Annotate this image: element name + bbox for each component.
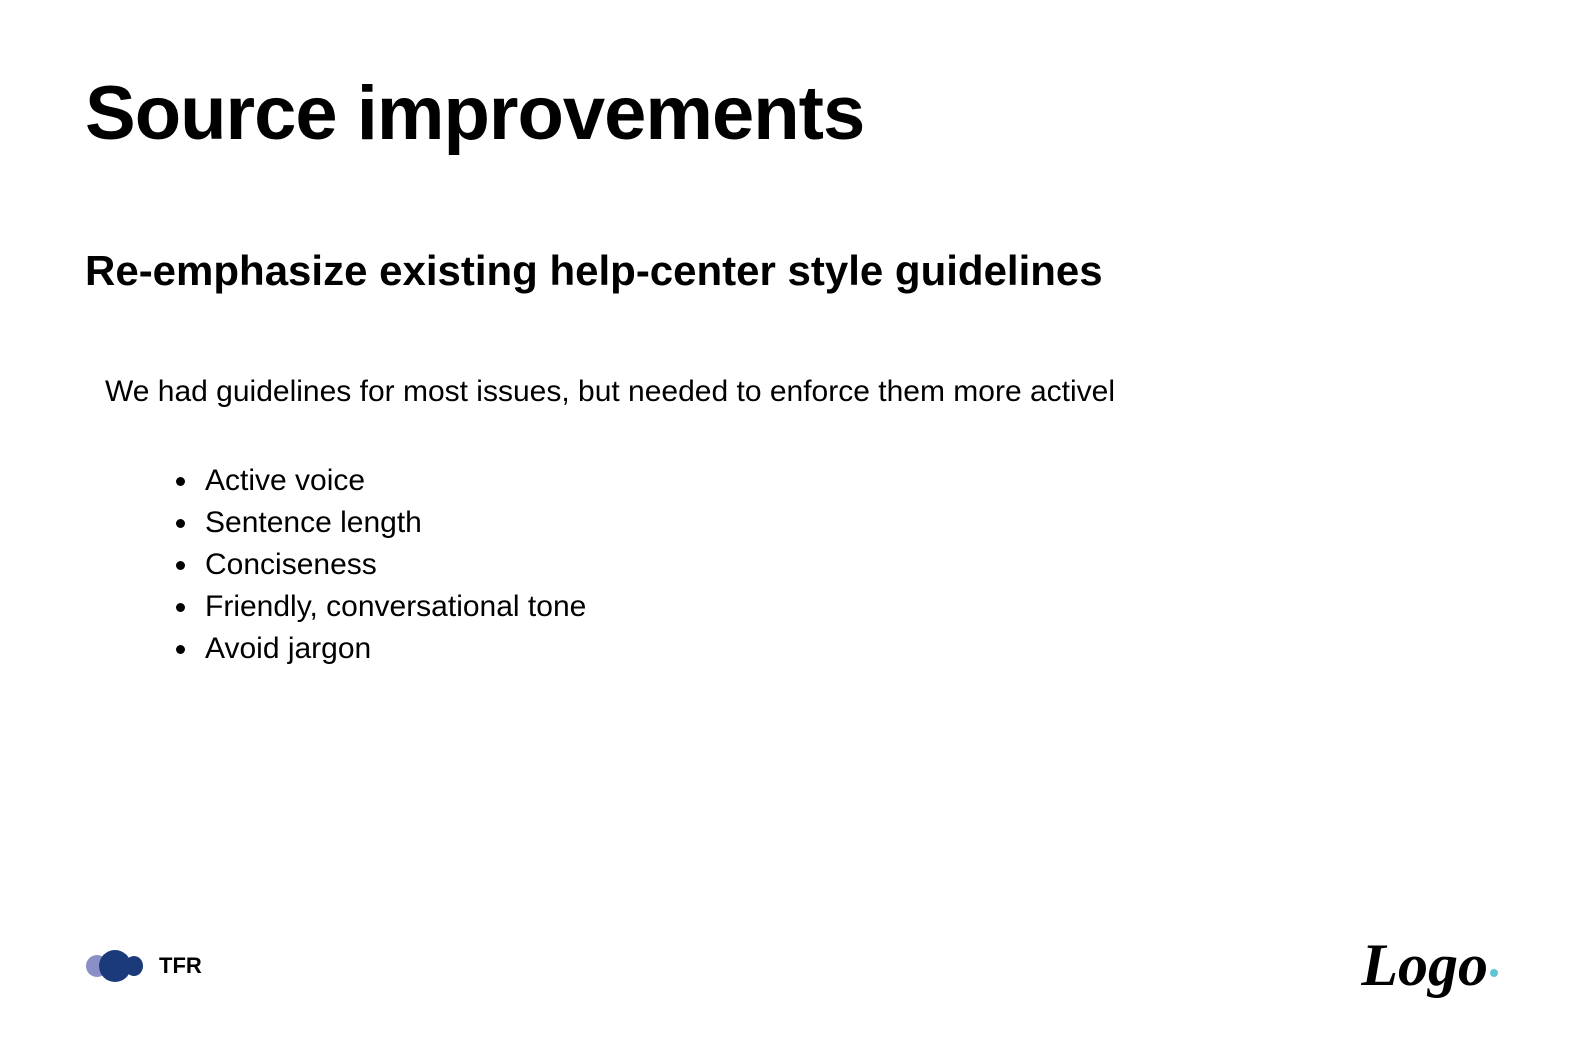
list-item: Friendly, conversational tone	[200, 590, 1498, 624]
slide-title: Source improvements	[85, 70, 1498, 157]
logo-script-text: Logo	[1361, 931, 1498, 1000]
bullet-list: Active voice Sentence length Conciseness…	[200, 464, 1498, 666]
slide-footer: TFR Logo	[85, 931, 1498, 1000]
list-item: Active voice	[200, 464, 1498, 498]
tfr-logo-icon	[85, 949, 147, 983]
slide-container: Source improvements Re-emphasize existin…	[0, 0, 1583, 1055]
footer-right: Logo	[1361, 931, 1498, 1000]
footer-left: TFR	[85, 949, 202, 983]
slide-subtitle: Re-emphasize existing help-center style …	[85, 247, 1498, 295]
intro-paragraph: We had guidelines for most issues, but n…	[105, 375, 1498, 409]
list-item: Avoid jargon	[200, 632, 1498, 666]
logo-dot-icon	[1490, 969, 1498, 977]
tfr-label: TFR	[159, 953, 202, 979]
list-item: Sentence length	[200, 506, 1498, 540]
list-item: Conciseness	[200, 548, 1498, 582]
